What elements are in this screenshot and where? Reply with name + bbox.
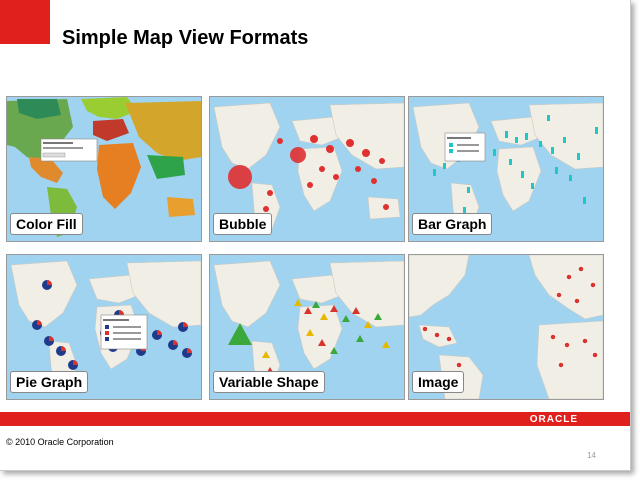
slide: Simple Map View Formats Color Fill Bubbl… <box>0 0 631 471</box>
tile-label-bubble: Bubble <box>213 213 273 235</box>
slide-title: Simple Map View Formats <box>62 27 309 49</box>
brand-red-block <box>0 0 50 44</box>
tile-bar-graph[interactable]: Bar Graph <box>408 96 604 242</box>
oracle-logo: ORACLE <box>529 414 578 425</box>
tile-color-fill[interactable]: Color Fill <box>6 96 202 242</box>
tile-bubble[interactable]: Bubble <box>209 96 405 242</box>
tile-label-bar-graph: Bar Graph <box>412 213 493 235</box>
tile-label-color-fill: Color Fill <box>10 213 83 235</box>
tile-image[interactable]: Image <box>408 254 604 400</box>
tile-variable-shape[interactable]: Variable Shape <box>209 254 405 400</box>
tile-label-pie-graph: Pie Graph <box>10 371 89 393</box>
tile-label-variable-shape: Variable Shape <box>213 371 325 393</box>
page-number: 14 <box>587 451 596 460</box>
tile-label-image: Image <box>412 371 465 393</box>
copyright-text: © 2010 Oracle Corporation <box>6 437 114 447</box>
tile-pie-graph[interactable]: Pie Graph <box>6 254 202 400</box>
